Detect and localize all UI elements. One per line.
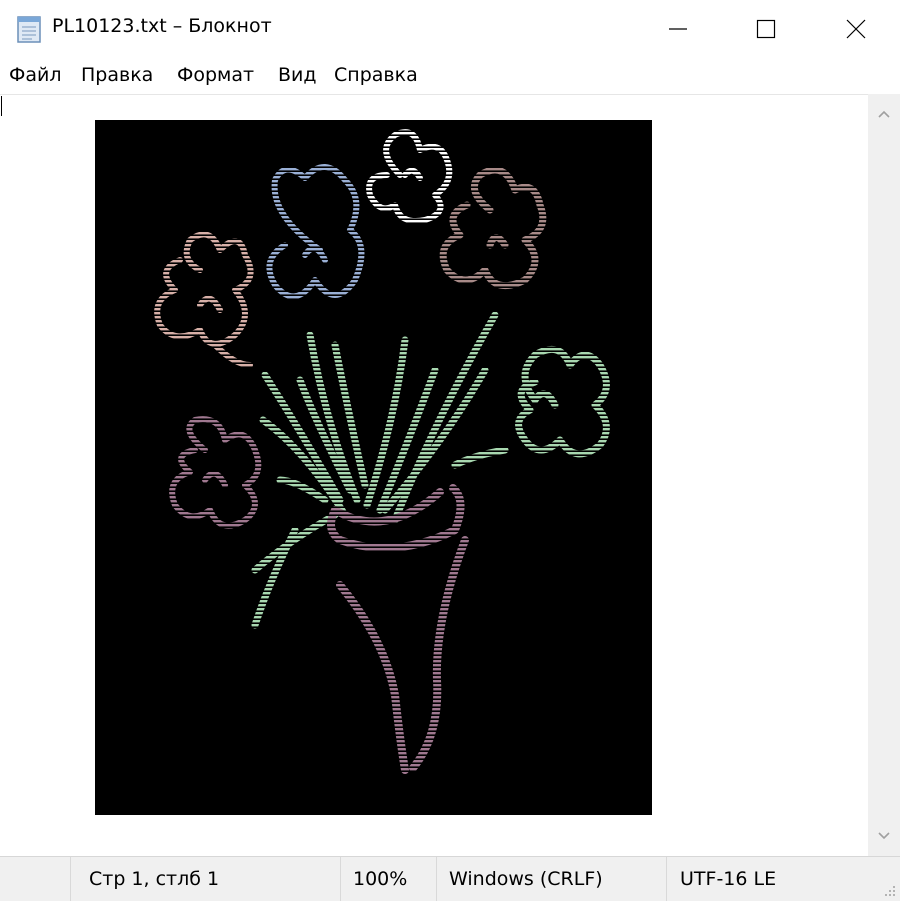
title-bar[interactable]: PL10123.txt – Блокнот	[0, 0, 900, 58]
status-divider	[70, 857, 71, 901]
menu-view[interactable]: Вид	[278, 64, 317, 86]
status-line-endings: Windows (CRLF)	[449, 868, 603, 890]
close-icon	[846, 19, 866, 39]
status-bar: Стр 1, стлб 1 100% Windows (CRLF) UTF-16…	[0, 856, 900, 901]
resize-grip-icon[interactable]	[882, 883, 896, 897]
ascii-art-flowers	[95, 120, 652, 815]
chevron-up-icon	[878, 110, 890, 118]
menu-edit[interactable]: Правка	[81, 64, 153, 86]
minimize-button[interactable]	[638, 0, 718, 58]
chevron-down-icon	[878, 832, 890, 840]
scroll-up-button[interactable]	[868, 98, 900, 130]
menu-format[interactable]: Формат	[177, 64, 254, 86]
notepad-icon	[17, 16, 41, 43]
menu-bar: Файл Правка Формат Вид Справка	[0, 58, 900, 94]
maximize-icon	[756, 19, 776, 39]
status-zoom: 100%	[353, 868, 408, 890]
window-title: PL10123.txt – Блокнот	[52, 15, 272, 37]
menu-help[interactable]: Справка	[334, 64, 418, 86]
close-button[interactable]	[816, 0, 896, 58]
maximize-button[interactable]	[726, 0, 806, 58]
menu-file[interactable]: Файл	[9, 64, 62, 86]
status-divider	[340, 857, 341, 901]
status-divider	[666, 857, 667, 901]
status-encoding: UTF-16 LE	[680, 868, 777, 890]
text-caret	[1, 96, 2, 116]
status-divider	[436, 857, 437, 901]
minimize-icon	[669, 28, 687, 30]
scroll-down-button[interactable]	[868, 820, 900, 852]
status-cursor-position: Стр 1, стлб 1	[89, 868, 220, 890]
vertical-scrollbar[interactable]	[868, 94, 900, 856]
